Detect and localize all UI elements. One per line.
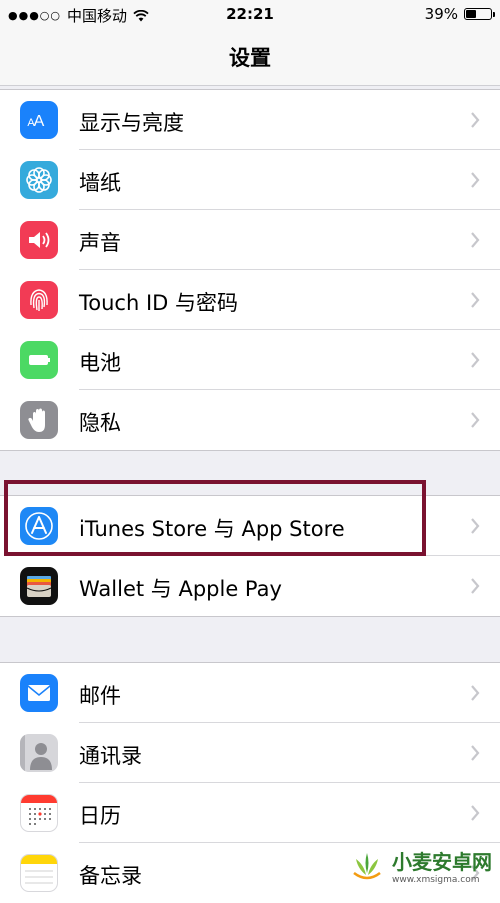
- settings-row-wallet-apple-pay[interactable]: Wallet 与 Apple Pay: [0, 556, 500, 616]
- battery-icon: [20, 341, 58, 379]
- calendar-icon: [20, 794, 58, 832]
- contacts-icon: [20, 734, 58, 772]
- svg-text:A: A: [27, 117, 35, 129]
- chevron-right-icon: [471, 685, 480, 701]
- chevron-right-icon: [471, 805, 480, 821]
- chevron-right-icon: [471, 745, 480, 761]
- wallpaper-icon: [20, 161, 58, 199]
- settings-row-label: 墙纸: [79, 171, 121, 195]
- battery-percent: 39%: [424, 5, 458, 23]
- mail-icon: [20, 674, 58, 712]
- chevron-right-icon: [471, 292, 480, 308]
- settings-row-label: 声音: [79, 231, 121, 255]
- navigation-bar: 设置: [0, 30, 500, 86]
- watermark-text-block: 小麦安卓网 www.xmsigma.com: [392, 846, 492, 885]
- chevron-right-icon: [471, 412, 480, 428]
- settings-row-label: 显示与亮度: [79, 111, 184, 135]
- settings-row-wallpaper[interactable]: 墙纸: [0, 150, 500, 210]
- settings-row-label: Touch ID 与密码: [79, 291, 238, 315]
- status-bar: ●●●○○ 中国移动 22:21 39%: [0, 0, 500, 30]
- watermark: 小麦安卓网 www.xmsigma.com: [348, 846, 492, 885]
- settings-row-display-brightness[interactable]: AA 显示与亮度: [0, 90, 500, 150]
- settings-row-label: 日历: [79, 804, 121, 828]
- settings-row-touch-id[interactable]: Touch ID 与密码: [0, 270, 500, 330]
- fingerprint-icon: [20, 281, 58, 319]
- settings-row-calendar[interactable]: 日历: [0, 783, 500, 843]
- settings-row-contacts[interactable]: 通讯录: [0, 723, 500, 783]
- highlight-box: [4, 480, 426, 556]
- chevron-right-icon: [471, 112, 480, 128]
- settings-row-privacy[interactable]: 隐私: [0, 390, 500, 450]
- settings-row-mail[interactable]: 邮件: [0, 663, 500, 723]
- chevron-right-icon: [471, 352, 480, 368]
- svg-text:A: A: [34, 113, 45, 130]
- chevron-right-icon: [471, 172, 480, 188]
- battery-fill: [466, 10, 477, 18]
- settings-row-label: 隐私: [79, 411, 121, 435]
- chevron-right-icon: [471, 518, 480, 534]
- settings-group-display: AA 显示与亮度 墙纸 声音 Touch ID 与密码 电池 隐私: [0, 89, 500, 451]
- settings-row-label: Wallet 与 Apple Pay: [79, 577, 282, 601]
- battery-status-icon: [464, 8, 495, 20]
- settings-row-battery[interactable]: 电池: [0, 330, 500, 390]
- settings-row-sound[interactable]: 声音: [0, 210, 500, 270]
- page-title: 设置: [229, 46, 271, 70]
- status-right: 39%: [424, 5, 495, 23]
- privacy-hand-icon: [20, 401, 58, 439]
- settings-row-label: 备忘录: [79, 864, 142, 888]
- watermark-text: 小麦安卓网: [392, 850, 492, 874]
- watermark-url: www.xmsigma.com: [392, 875, 480, 885]
- display-brightness-icon: AA: [20, 101, 58, 139]
- sound-icon: [20, 221, 58, 259]
- watermark-logo-icon: [353, 852, 381, 879]
- notes-icon: [20, 854, 58, 892]
- chevron-right-icon: [471, 578, 480, 594]
- settings-row-label: 电池: [79, 351, 121, 375]
- settings-row-label: 通讯录: [79, 744, 142, 768]
- settings-row-label: 邮件: [79, 684, 121, 708]
- wallet-icon: [20, 567, 58, 605]
- chevron-right-icon: [471, 232, 480, 248]
